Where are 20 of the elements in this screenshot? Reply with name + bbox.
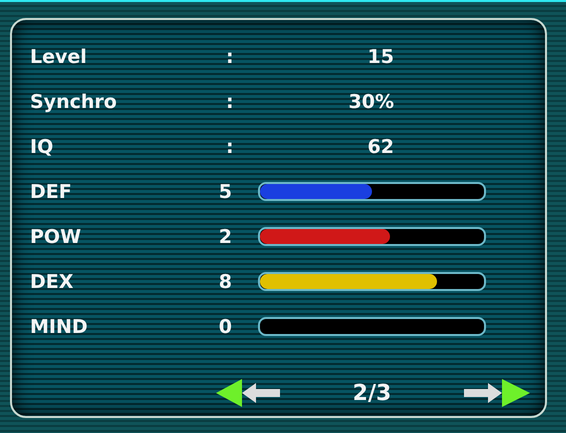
stat-label: Level (30, 46, 88, 68)
stat-label: DEF (30, 180, 73, 202)
stat-value: 2 (218, 226, 232, 248)
stat-label: IQ (30, 136, 54, 158)
stat-value: 30% (348, 90, 394, 112)
colon-separator: : (226, 90, 235, 112)
colon-separator: : (226, 136, 235, 158)
stat-value: 62 (366, 136, 394, 158)
stat-label: POW (30, 226, 82, 248)
stat-value: 8 (218, 270, 232, 292)
stat-value: 5 (218, 180, 232, 202)
prev-page-icon[interactable] (216, 379, 282, 407)
next-page-icon[interactable] (462, 379, 530, 407)
stat-label: Synchro (30, 90, 118, 112)
page-indicator: 2/3 (352, 380, 392, 406)
stat-label: MIND (30, 316, 89, 338)
stat-value: 0 (218, 316, 232, 338)
stat-label: DEX (30, 270, 74, 292)
colon-separator: : (226, 46, 235, 68)
stat-value: 15 (366, 46, 394, 68)
